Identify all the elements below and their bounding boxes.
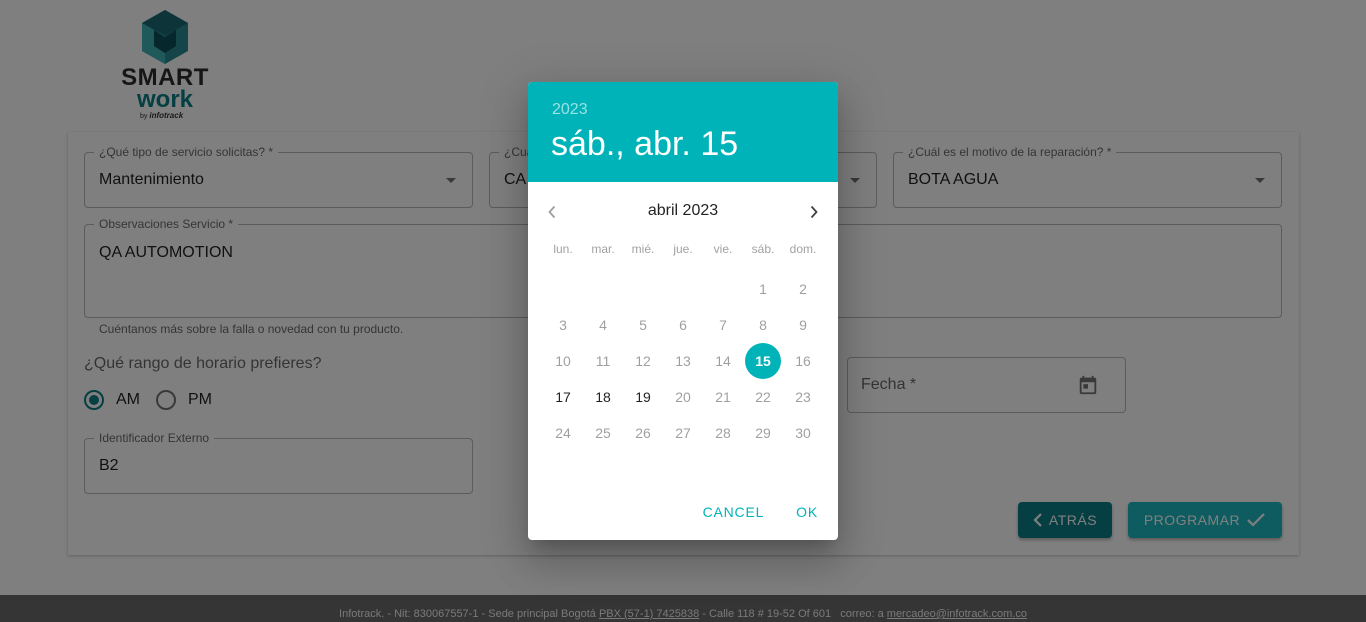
calendar-grid: 1 2 3 4 5 6 7 8 9 10 11 12 13 14 15 16 17 18 19 20 21 22 23 24 2… — [543, 271, 823, 451]
day-cell: 1 — [743, 271, 783, 307]
day-selected[interactable]: 15 — [743, 343, 783, 379]
day-number: 10 — [555, 353, 571, 369]
day-number: 1 — [759, 281, 767, 297]
day-cell: 27 — [663, 415, 703, 451]
day-number: 7 — [719, 317, 727, 333]
empty-day-cell — [623, 271, 663, 307]
day-cell: 11 — [583, 343, 623, 379]
weekday-label: lun. — [553, 242, 573, 256]
empty-day-cell — [543, 271, 583, 307]
header-year[interactable]: 2023 — [552, 101, 588, 119]
day-cell: 26 — [623, 415, 663, 451]
day-cell: 12 — [623, 343, 663, 379]
dialog-actions: CANCEL OK — [691, 494, 830, 530]
day-number: 9 — [799, 317, 807, 333]
weekday-label: dom. — [789, 242, 817, 256]
prev-month-button[interactable] — [540, 200, 564, 224]
day-cell: 24 — [543, 415, 583, 451]
day-cell: 10 — [543, 343, 583, 379]
day-cell: 4 — [583, 307, 623, 343]
day-number: 4 — [599, 317, 607, 333]
day-cell[interactable]: 17 — [543, 379, 583, 415]
day-cell: 2 — [783, 271, 823, 307]
day-number: 3 — [559, 317, 567, 333]
day-cell: 3 — [543, 307, 583, 343]
day-number: 25 — [595, 425, 611, 441]
header-selected-date[interactable]: sáb., abr. 15 — [551, 125, 738, 164]
day-number: 5 — [639, 317, 647, 333]
date-picker-header: 2023 sáb., abr. 15 — [528, 82, 838, 182]
day-cell: 7 — [703, 307, 743, 343]
month-switcher: abril 2023 — [528, 200, 838, 224]
day-cell: 20 — [663, 379, 703, 415]
day-number: 24 — [555, 425, 571, 441]
calendar-week: 17 18 19 20 21 22 23 — [543, 379, 823, 415]
day-cell: 23 — [783, 379, 823, 415]
day-cell: 5 — [623, 307, 663, 343]
day-number: 20 — [675, 389, 691, 405]
day-number: 17 — [555, 389, 571, 405]
weekday-label: jue. — [673, 242, 693, 256]
day-number: 21 — [715, 389, 731, 405]
ok-button[interactable]: OK — [784, 494, 830, 530]
day-number: 19 — [635, 389, 651, 405]
day-number: 8 — [759, 317, 767, 333]
day-number: 30 — [795, 425, 811, 441]
day-cell: 28 — [703, 415, 743, 451]
day-cell: 8 — [743, 307, 783, 343]
weekday-label: sáb. — [751, 242, 775, 256]
weekday-label: mar. — [591, 242, 615, 256]
day-number: 16 — [795, 353, 811, 369]
next-month-button[interactable] — [802, 200, 826, 224]
chevron-left-icon — [548, 205, 556, 219]
chevron-right-icon — [810, 205, 818, 219]
day-number: 29 — [755, 425, 771, 441]
day-number: 12 — [635, 353, 651, 369]
calendar-week: 10 11 12 13 14 15 16 — [543, 343, 823, 379]
day-cell: 21 — [703, 379, 743, 415]
day-cell: 14 — [703, 343, 743, 379]
day-cell: 6 — [663, 307, 703, 343]
day-cell: 30 — [783, 415, 823, 451]
weekday-label: vie. — [713, 242, 733, 256]
empty-day-cell — [703, 271, 743, 307]
day-number: 28 — [715, 425, 731, 441]
day-number: 23 — [795, 389, 811, 405]
calendar-week: 3 4 5 6 7 8 9 — [543, 307, 823, 343]
day-number: 6 — [679, 317, 687, 333]
empty-day-cell — [583, 271, 623, 307]
day-number: 2 — [799, 281, 807, 297]
day-cell: 9 — [783, 307, 823, 343]
day-number: 15 — [755, 353, 771, 369]
day-number: 18 — [595, 389, 611, 405]
day-cell: 16 — [783, 343, 823, 379]
day-cell: 25 — [583, 415, 623, 451]
day-number: 27 — [675, 425, 691, 441]
day-number: 13 — [675, 353, 691, 369]
cancel-button[interactable]: CANCEL — [691, 494, 777, 530]
day-number: 26 — [635, 425, 651, 441]
calendar-week: 24 25 26 27 28 29 30 — [543, 415, 823, 451]
day-cell: 13 — [663, 343, 703, 379]
day-number: 11 — [595, 353, 611, 369]
month-label: abril 2023 — [647, 202, 719, 219]
calendar-week: 12 — [543, 271, 823, 307]
weekday-label: mié. — [631, 242, 655, 256]
day-cell[interactable]: 18 — [583, 379, 623, 415]
day-number: 22 — [755, 389, 771, 405]
day-cell: 22 — [743, 379, 783, 415]
day-cell: 29 — [743, 415, 783, 451]
date-picker-dialog: 2023 sáb., abr. 15 abril 2023 lun. mar. mi… — [528, 82, 838, 540]
empty-day-cell — [663, 271, 703, 307]
day-number: 14 — [715, 353, 731, 369]
day-cell[interactable]: 19 — [623, 379, 663, 415]
weekday-header: lun. mar. mié. jue. vie. sáb. dom. — [543, 242, 823, 256]
